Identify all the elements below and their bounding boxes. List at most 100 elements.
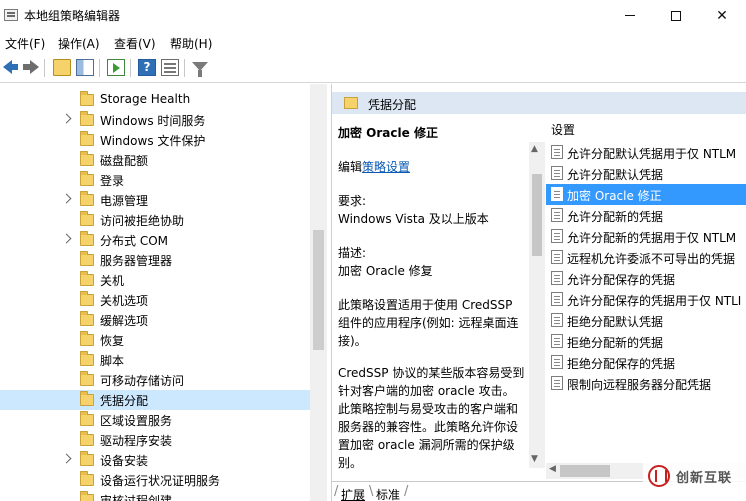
setting-row[interactable]: 允许分配默认凭据 xyxy=(546,163,746,184)
tree-item-label: 关机 xyxy=(100,274,125,288)
setting-row[interactable]: 拒绝分配新的凭据 xyxy=(546,331,746,352)
setting-row[interactable]: 允许分配默认凭据用于仅 NTLM xyxy=(546,142,746,163)
menu-view[interactable]: 查看(V) xyxy=(114,35,156,52)
setting-row[interactable]: 加密 Oracle 修正 xyxy=(546,184,746,205)
chevron-right-icon[interactable] xyxy=(61,233,72,244)
tree-item[interactable]: Windows 文件保护 xyxy=(0,130,310,150)
setting-row[interactable]: 允许分配新的凭据 xyxy=(546,205,746,226)
minimize-button[interactable] xyxy=(607,0,653,31)
policy-setting-icon xyxy=(551,355,563,369)
setting-label: 拒绝分配新的凭据 xyxy=(567,336,664,350)
tree-item[interactable]: 电源管理 xyxy=(0,190,310,210)
tree-item-label: 分布式 COM xyxy=(100,234,168,248)
description-scrollbar-thumb[interactable] xyxy=(532,174,542,256)
tree-item-label: 磁盘配额 xyxy=(100,154,149,168)
tree-item[interactable]: 驱动程序安装 xyxy=(0,430,310,450)
folder-icon xyxy=(80,351,94,366)
setting-row[interactable]: 限制向远程服务器分配凭据 xyxy=(546,373,746,394)
setting-row[interactable]: 拒绝分配默认凭据 xyxy=(546,310,746,331)
folder-icon xyxy=(80,191,94,206)
description-paragraph: CredSSP 协议的某些版本容易受到针对客户端的加密 oracle 攻击。此策… xyxy=(338,366,525,470)
scroll-left-icon[interactable]: ◀ xyxy=(549,464,556,474)
folder-icon xyxy=(80,331,94,346)
menu-help[interactable]: 帮助(H) xyxy=(170,35,212,52)
help-icon[interactable]: ? xyxy=(138,59,156,76)
tree-item[interactable]: 区域设置服务 xyxy=(0,410,310,430)
tree-item[interactable]: 恢复 xyxy=(0,330,310,350)
folder-icon xyxy=(80,431,94,446)
toolbar: ? xyxy=(0,53,746,83)
tab-standard[interactable]: 标准 xyxy=(376,486,400,501)
maximize-button[interactable] xyxy=(653,0,699,31)
menu-action[interactable]: 操作(A) xyxy=(58,35,100,52)
chevron-right-icon[interactable] xyxy=(61,453,72,464)
details-header-title: 凭据分配 xyxy=(368,98,417,112)
tree-item-label: 关机选项 xyxy=(100,294,149,308)
menu-file[interactable]: 文件(F) xyxy=(5,35,45,52)
tree-item[interactable]: 审核过程创建 xyxy=(0,490,310,501)
tree-item[interactable]: 磁盘配额 xyxy=(0,150,310,170)
policy-setting-icon xyxy=(551,145,563,159)
policy-setting-icon xyxy=(551,250,563,264)
setting-label: 允许分配保存的凭据 xyxy=(567,273,676,287)
tree-item-label: 脚本 xyxy=(100,354,125,368)
watermark-logo-icon xyxy=(648,465,670,487)
tree-item[interactable]: 服务器管理器 xyxy=(0,250,310,270)
setting-row[interactable]: 拒绝分配保存的凭据 xyxy=(546,352,746,373)
tree-item[interactable]: 登录 xyxy=(0,170,310,190)
scroll-down-icon[interactable]: ▼ xyxy=(531,454,538,464)
tree-item[interactable]: 设备安装 xyxy=(0,450,310,470)
toolbar-separator xyxy=(99,59,100,77)
setting-row[interactable]: 远程机允许委派不可导出的凭据 xyxy=(546,247,746,268)
tree-scrollbar-thumb[interactable] xyxy=(313,230,324,350)
settings-hscrollbar-thumb[interactable] xyxy=(560,465,610,477)
title-bar: 本地组策略编辑器 ✕ xyxy=(0,0,746,31)
folder-up-icon[interactable] xyxy=(53,59,71,76)
tree-item[interactable]: 设备运行状况证明服务 xyxy=(0,470,310,490)
policy-setting-icon xyxy=(551,208,563,222)
requirements-label: 要求: xyxy=(338,194,367,208)
show-hide-tree-icon[interactable] xyxy=(76,59,94,76)
tree-item-label: 访问被拒绝协助 xyxy=(100,214,185,228)
scroll-up-icon[interactable]: ▲ xyxy=(531,144,538,154)
folder-icon xyxy=(80,231,94,246)
edit-policy-link[interactable]: 策略设置 xyxy=(362,160,410,174)
tab-extended[interactable]: 扩展 xyxy=(341,486,365,501)
folder-icon xyxy=(80,251,94,266)
setting-label: 拒绝分配保存的凭据 xyxy=(567,357,676,371)
tree-item[interactable]: 关机选项 xyxy=(0,290,310,310)
tree-item-label: 可移动存储访问 xyxy=(100,374,185,388)
folder-icon xyxy=(80,371,94,386)
tree-item[interactable]: Storage Health xyxy=(0,90,310,110)
setting-row[interactable]: 允许分配保存的凭据 xyxy=(546,268,746,289)
properties-icon[interactable] xyxy=(161,59,179,76)
tree-item[interactable]: 可移动存储访问 xyxy=(0,370,310,390)
edit-policy-line: 编辑策略设置 xyxy=(338,160,411,174)
folder-icon xyxy=(344,97,358,109)
settings-column-header[interactable]: 设置 xyxy=(551,121,575,138)
setting-label: 允许分配新的凭据 xyxy=(567,210,664,224)
setting-row[interactable]: 允许分配新的凭据用于仅 NTLM xyxy=(546,226,746,247)
tree-item[interactable]: 凭据分配 xyxy=(0,390,310,410)
forward-arrow-icon[interactable] xyxy=(22,59,40,76)
tree-item[interactable]: Windows 时间服务 xyxy=(0,110,310,130)
chevron-right-icon[interactable] xyxy=(61,193,72,204)
back-arrow-icon[interactable] xyxy=(2,59,20,76)
export-list-icon[interactable] xyxy=(107,59,125,76)
tree-item-label: 区域设置服务 xyxy=(100,414,173,428)
tree-item[interactable]: 缓解选项 xyxy=(0,310,310,330)
folder-icon xyxy=(80,291,94,306)
tree-item[interactable]: 访问被拒绝协助 xyxy=(0,210,310,230)
setting-row[interactable]: 允许分配保存的凭据用于仅 NTLI xyxy=(546,289,746,310)
tree-item[interactable]: 分布式 COM xyxy=(0,230,310,250)
close-button[interactable]: ✕ xyxy=(699,0,745,31)
policy-setting-icon xyxy=(551,229,563,243)
tree-item[interactable]: 关机 xyxy=(0,270,310,290)
chevron-right-icon[interactable] xyxy=(61,113,72,124)
maximize-icon xyxy=(671,10,681,21)
filter-icon[interactable] xyxy=(192,62,208,77)
app-icon xyxy=(4,9,18,21)
setting-label: 拒绝分配默认凭据 xyxy=(567,315,664,329)
tree-item[interactable]: 脚本 xyxy=(0,350,310,370)
folder-icon xyxy=(80,491,94,501)
